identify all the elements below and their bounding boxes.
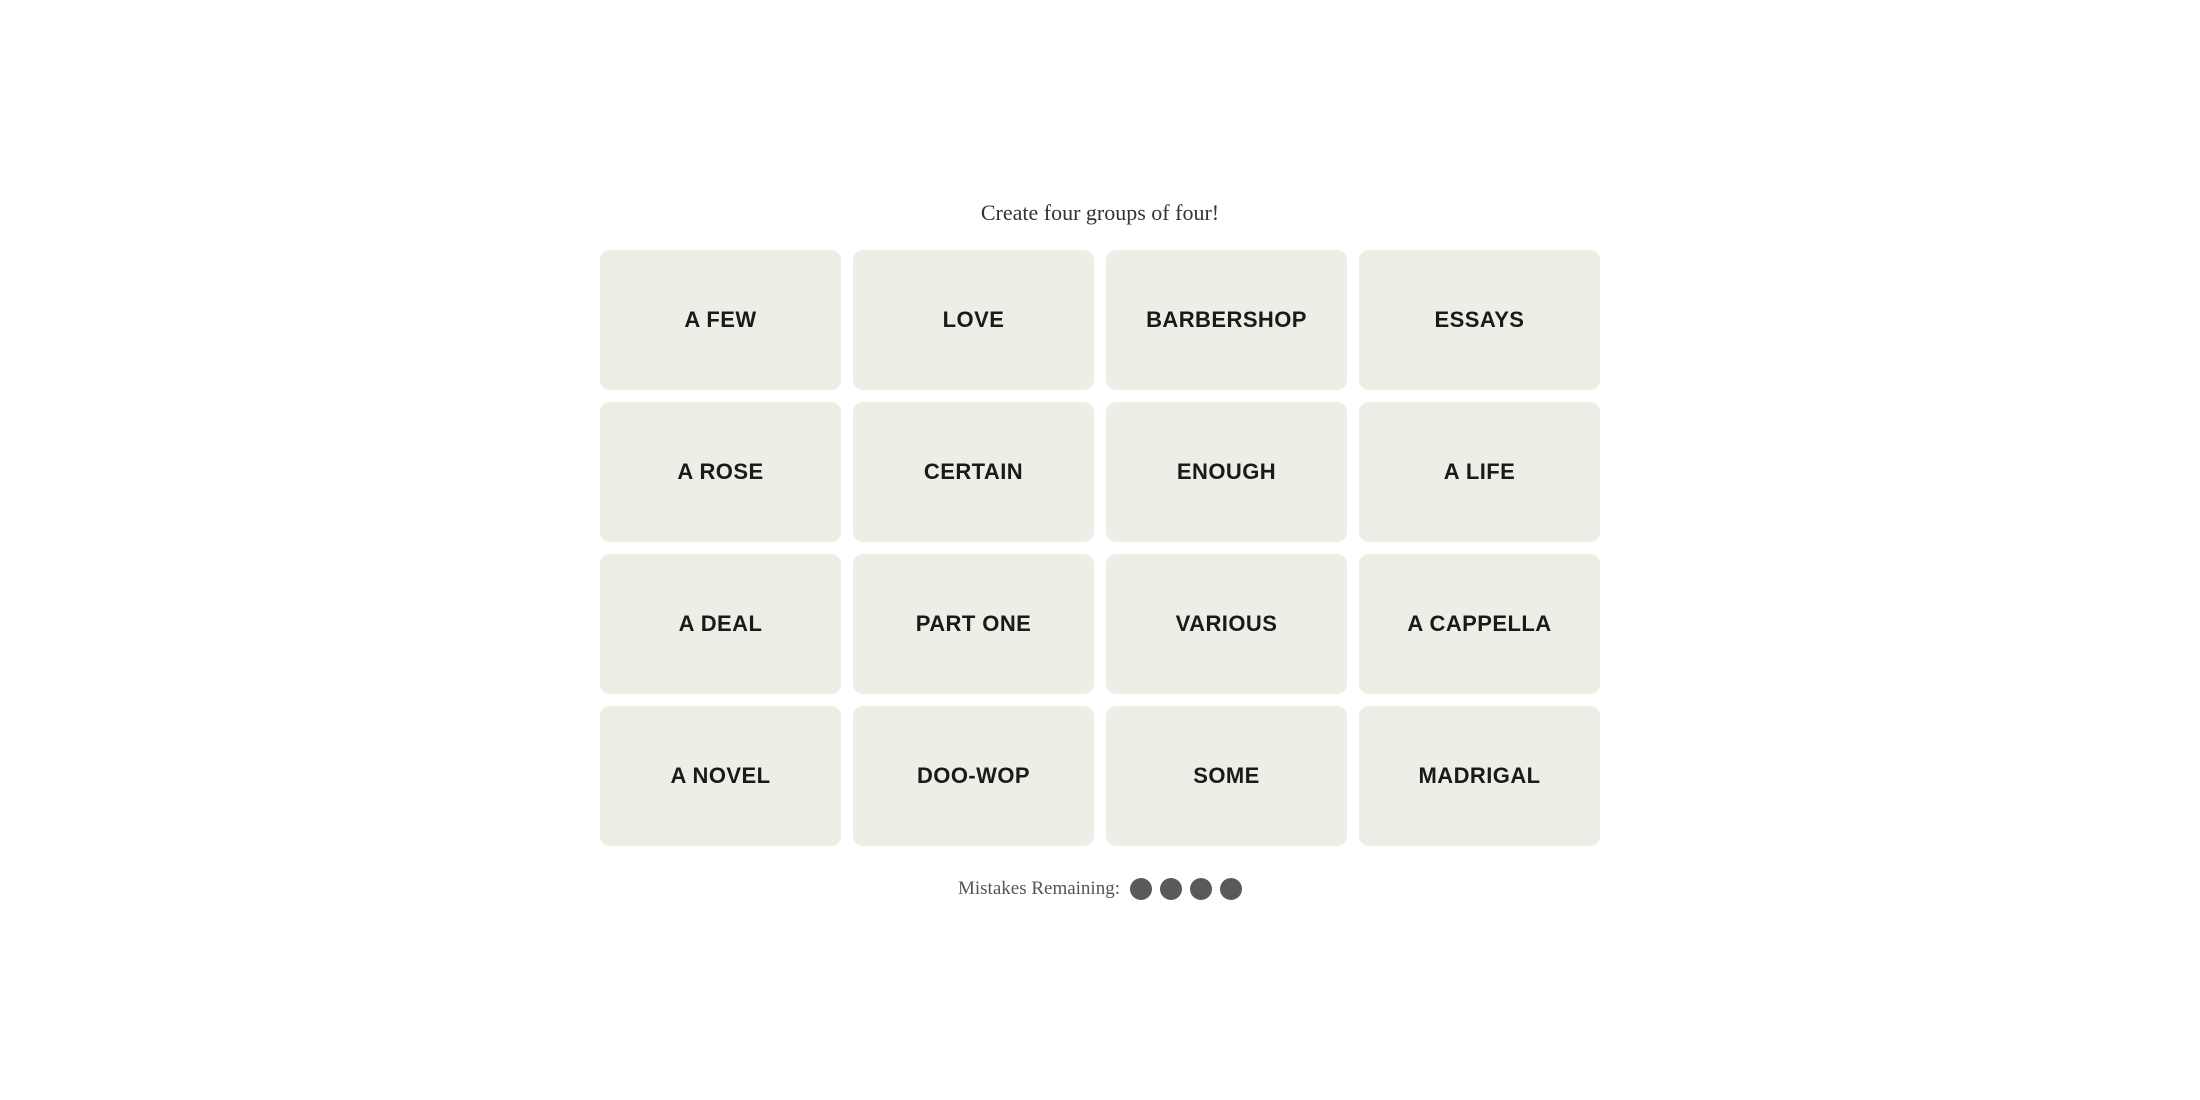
tile-7[interactable]: ENOUGH [1106, 402, 1347, 542]
tile-15-label: SOME [1181, 763, 1272, 789]
tile-16-label: MADRIGAL [1406, 763, 1552, 789]
tile-15[interactable]: SOME [1106, 706, 1347, 846]
tile-3-label: BARBERSHOP [1134, 307, 1319, 333]
tile-1-label: A FEW [672, 307, 768, 333]
tile-14[interactable]: DOO-WOP [853, 706, 1094, 846]
mistakes-row: Mistakes Remaining: [958, 878, 1242, 900]
tile-10[interactable]: PART ONE [853, 554, 1094, 694]
tile-12-label: A CAPPELLA [1395, 611, 1563, 637]
tile-2-label: LOVE [931, 307, 1017, 333]
game-container: Create four groups of four! A FEW LOVE BAR… [600, 200, 1600, 900]
tile-5-label: A ROSE [665, 459, 775, 485]
mistake-dot-1 [1130, 878, 1152, 900]
tile-5[interactable]: A ROSE [600, 402, 841, 542]
tile-8-label: A LIFE [1432, 459, 1528, 485]
tile-9[interactable]: A DEAL [600, 554, 841, 694]
tile-4-label: ESSAYS [1423, 307, 1537, 333]
tile-3[interactable]: BARBERSHOP [1106, 250, 1347, 390]
tile-4[interactable]: ESSAYS [1359, 250, 1600, 390]
tile-16[interactable]: MADRIGAL [1359, 706, 1600, 846]
mistake-dots [1130, 878, 1242, 900]
tile-12[interactable]: A CAPPELLA [1359, 554, 1600, 694]
tile-1[interactable]: A FEW [600, 250, 841, 390]
mistake-dot-3 [1190, 878, 1212, 900]
mistakes-label: Mistakes Remaining: [958, 878, 1120, 900]
tile-11[interactable]: VARIOUS [1106, 554, 1347, 694]
tile-9-label: A DEAL [667, 611, 775, 637]
tile-6-label: CERTAIN [912, 459, 1035, 485]
tile-13[interactable]: A NOVEL [600, 706, 841, 846]
tile-2[interactable]: LOVE [853, 250, 1094, 390]
tile-6[interactable]: CERTAIN [853, 402, 1094, 542]
tile-13-label: A NOVEL [658, 763, 782, 789]
tile-8[interactable]: A LIFE [1359, 402, 1600, 542]
tile-10-label: PART ONE [904, 611, 1044, 637]
mistake-dot-4 [1220, 878, 1242, 900]
tile-14-label: DOO-WOP [905, 763, 1042, 789]
tile-grid: A FEW LOVE BARBERSHOP ESSAYS A ROSE CERTAIN EN… [600, 250, 1600, 846]
tile-7-label: ENOUGH [1165, 459, 1288, 485]
mistake-dot-2 [1160, 878, 1182, 900]
tile-11-label: VARIOUS [1164, 611, 1290, 637]
subtitle: Create four groups of four! [981, 200, 1219, 226]
